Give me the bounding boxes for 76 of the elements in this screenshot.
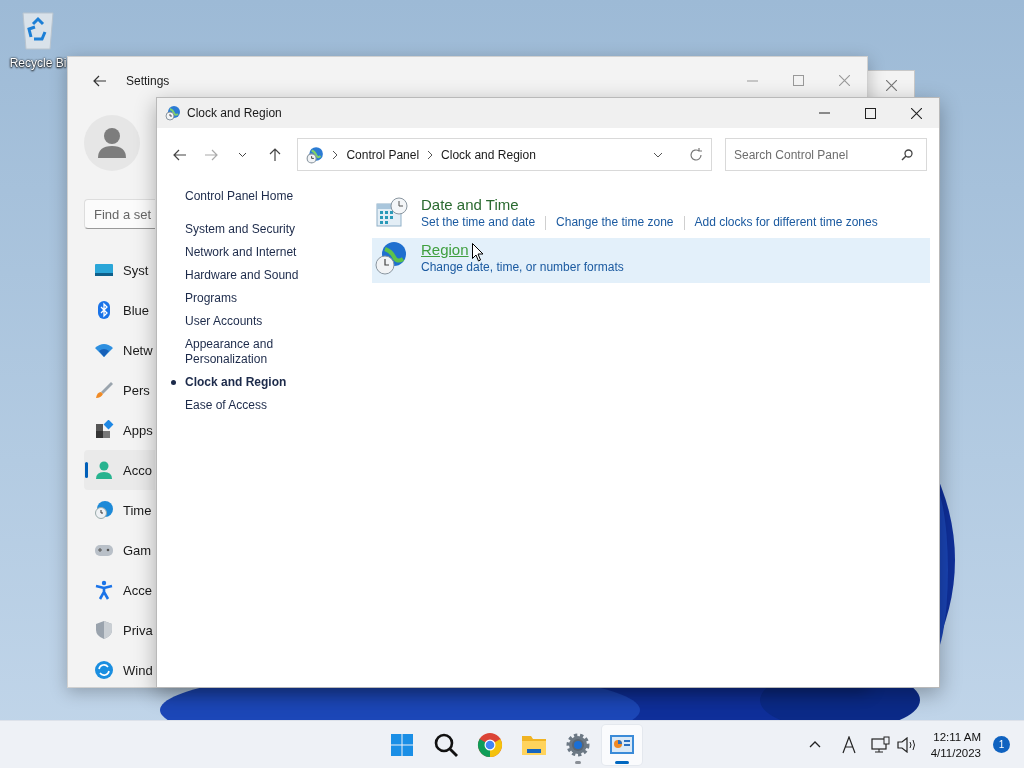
breadcrumb-item[interactable]: Control Panel [346, 147, 420, 162]
clock-date: 4/11/2023 [930, 745, 981, 761]
sidebar-link[interactable]: Network and Internet [171, 245, 313, 260]
person-icon [97, 127, 127, 159]
settings-nav-item[interactable]: Pers [84, 370, 155, 410]
shield-icon [94, 620, 114, 640]
window-title: Clock and Region [187, 106, 282, 120]
settings-nav-item[interactable]: Priva [84, 610, 155, 650]
start-icon [389, 731, 415, 758]
clock-button[interactable]: 12:11 AM 4/11/2023 [924, 726, 987, 763]
back-arrow-icon [172, 148, 187, 161]
chevron-down-icon [653, 151, 663, 158]
category-title[interactable]: Date and Time [421, 196, 878, 214]
chevron-down-icon [238, 151, 248, 158]
gear-icon [565, 731, 591, 758]
chevron-icon [427, 150, 434, 159]
maximize-icon [864, 107, 876, 119]
close-icon [910, 107, 922, 119]
chevron-icon [332, 150, 339, 159]
control-panel-icon [306, 145, 325, 164]
task-link[interactable]: Change the time zone [556, 215, 674, 230]
letter-a-icon [841, 735, 856, 754]
search-field[interactable]: Find a set [84, 199, 155, 229]
settings-nav-item[interactable]: Blue [84, 290, 155, 330]
sidebar-link[interactable]: User Accounts [171, 314, 313, 329]
sidebar-link[interactable]: Ease of Access [171, 398, 313, 413]
minimize-icon [746, 79, 758, 82]
settings-nav-item[interactable]: Gam [84, 530, 155, 570]
sidebar-link[interactable]: Clock and Region [171, 375, 287, 390]
refresh-icon [689, 147, 703, 162]
sidebar-link[interactable]: Hardware and Sound [171, 268, 313, 283]
cursor-icon [472, 243, 484, 262]
close-icon [885, 79, 897, 91]
task-link[interactable]: Add clocks for different time zones [694, 215, 878, 230]
recycle-bin-icon[interactable] [19, 10, 57, 50]
search-icon [433, 731, 459, 758]
task-link[interactable]: Set the time and date [421, 215, 536, 230]
notification-badge[interactable]: 1 [993, 736, 1010, 753]
calendar-clock-icon [375, 196, 409, 230]
sidebar-link[interactable]: System and Security [171, 222, 313, 237]
close-icon [838, 75, 850, 86]
desktop-icon-label: Recycle Bi [9, 56, 67, 70]
breadcrumb-item[interactable]: Clock and Region [441, 147, 536, 162]
speaker-icon [896, 736, 917, 753]
settings-nav-item[interactable]: Acco [84, 450, 155, 490]
control-panel-icon [165, 105, 181, 121]
up-arrow-icon [268, 147, 281, 162]
settings-nav-item[interactable]: Apps [84, 410, 155, 450]
network-monitor-icon [870, 735, 891, 754]
settings-nav-item[interactable]: Netw [84, 330, 155, 370]
apps-icon [94, 420, 114, 440]
search-field[interactable]: Search Control Panel [725, 138, 927, 171]
chevron-up-icon [808, 741, 821, 748]
update-icon [94, 660, 114, 680]
search-icon [901, 149, 913, 161]
globe-clock-icon [94, 500, 114, 520]
sidebar-link[interactable]: Programs [171, 291, 313, 306]
browser-icon [477, 731, 503, 758]
task-link[interactable]: Change date, time, or number formats [421, 260, 624, 275]
back-arrow-icon [93, 74, 107, 87]
globe-clock-icon [375, 241, 409, 275]
settings-nav-item[interactable]: Syst [84, 250, 155, 290]
person-icon [94, 460, 114, 480]
settings-nav-item[interactable]: Time [84, 490, 155, 530]
brush-icon [94, 380, 114, 400]
address-bar[interactable]: Control Panel Clock and Region [297, 138, 712, 171]
forward-arrow-icon [204, 148, 219, 161]
sidebar-link[interactable]: Appearance and Personalization [171, 337, 313, 367]
sidebar-link[interactable]: Control Panel Home [185, 189, 294, 204]
settings-nav-item[interactable]: Wind [84, 650, 155, 690]
settings-nav-item[interactable]: Acce [84, 570, 155, 610]
accessibility-icon [94, 580, 114, 600]
maximize-icon [792, 75, 804, 86]
clock-time: 12:11 AM [933, 729, 981, 745]
window-title: Settings [126, 73, 170, 88]
minimize-icon [818, 112, 830, 114]
